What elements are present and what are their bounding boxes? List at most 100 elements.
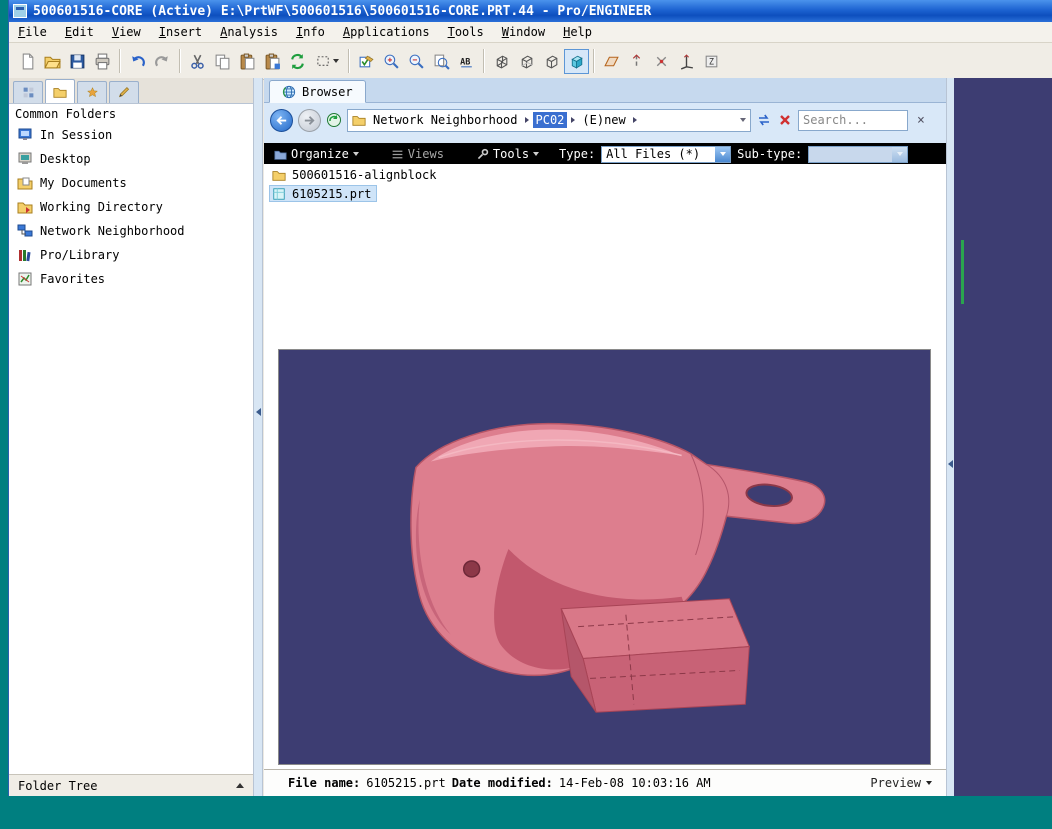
tools-label: Tools [492,147,530,161]
tab-browser[interactable]: Browser [269,80,366,103]
navigator-splitter[interactable] [254,78,263,796]
menu-info[interactable]: Info [287,25,334,39]
address-dropdown-icon[interactable] [740,118,746,122]
network-icon [17,223,33,239]
toolbar-separator [179,49,181,73]
sidebar-item-label: Pro/Library [40,248,120,262]
desktop-icon [17,151,33,167]
preview-dropdown-icon [926,781,932,785]
tab-folder-browser[interactable] [45,79,75,103]
preview-label: Preview [870,776,921,790]
file-name-value: 6105215.prt [366,776,446,790]
reload-icon[interactable] [326,112,342,128]
open-icon[interactable] [40,49,65,74]
tools-dropdown-icon [533,152,540,156]
hidden-line-icon[interactable] [514,49,539,74]
menu-insert[interactable]: Insert [150,25,211,39]
sidebar-item-in-session[interactable]: In Session [9,123,253,147]
csys-icon[interactable] [674,49,699,74]
copy-icon[interactable] [210,49,235,74]
tab-favorites[interactable] [77,81,107,103]
menu-applications[interactable]: Applications [334,25,439,39]
sidebar-item-favorites[interactable]: Favorites [9,267,253,291]
redo-icon[interactable] [150,49,175,74]
type-dropdown-arrow-icon[interactable] [715,146,731,162]
sidebar-item-label: Desktop [40,152,91,166]
menu-file[interactable]: File [9,25,56,39]
sidebar-item-network-neighborhood[interactable]: Network Neighborhood [9,219,253,243]
folder-tree-expand-icon[interactable] [236,783,244,788]
forward-button[interactable] [298,108,321,132]
collapse-browser-icon[interactable] [948,460,953,468]
toolbar-separator [593,49,595,73]
refresh-icon[interactable] [756,112,772,128]
stop-icon[interactable] [777,112,793,128]
sidebar-item-pro-library[interactable]: Pro/Library [9,243,253,267]
tools-menu[interactable]: Tools [476,147,540,161]
type-value: All Files (*) [606,147,701,161]
app-icon [13,4,27,18]
menu-tools[interactable]: Tools [439,25,493,39]
annotation-icon[interactable]: Z [699,49,724,74]
collapse-navigator-icon[interactable] [256,408,261,416]
menu-view[interactable]: View [103,25,150,39]
folder-icon [352,113,366,127]
navigator-tabs [9,78,253,104]
paste-icon[interactable] [235,49,260,74]
breadcrumb-separator-icon [524,117,529,123]
cut-icon[interactable] [185,49,210,74]
organize-icon [274,148,287,161]
globe-icon [282,85,296,99]
search-input[interactable] [798,109,908,131]
close-browser-icon[interactable]: × [917,113,925,128]
new-file-icon[interactable] [15,49,40,74]
type-dropdown[interactable]: All Files (*) [601,145,732,163]
preview-toggle[interactable]: Preview [870,776,932,790]
folder-tree-bar[interactable]: Folder Tree [9,774,253,796]
breadcrumb-segment-network[interactable]: Network Neighborhood [370,112,521,128]
menu-edit[interactable]: Edit [56,25,103,39]
sidebar-item-working-directory[interactable]: Working Directory [9,195,253,219]
browser-splitter[interactable] [946,78,954,796]
zoom-in-icon[interactable] [379,49,404,74]
svg-text:AB: AB [460,57,470,67]
datum-axis-icon[interactable] [624,49,649,74]
sidebar-item-desktop[interactable]: Desktop [9,147,253,171]
datum-plane-icon[interactable] [599,49,624,74]
tab-model-tree[interactable] [13,81,43,103]
back-button[interactable] [270,108,293,132]
subtype-dropdown[interactable] [808,145,909,163]
browser-panel: Browser Network Neighborhood PC02 (E)new [264,78,946,796]
organize-menu[interactable]: Organize [274,147,359,161]
shaded-icon[interactable] [564,48,589,74]
find-icon[interactable]: AB [454,49,479,74]
edit-select-icon[interactable] [354,49,379,74]
window-title: 500601516-CORE (Active) E:\PrtWF\5006015… [33,3,652,19]
print-icon[interactable] [90,49,115,74]
menu-analysis[interactable]: Analysis [211,25,287,39]
menu-bar: File Edit View Insert Analysis Info Appl… [9,22,1052,43]
no-hidden-icon[interactable] [539,49,564,74]
refit-icon[interactable] [429,49,454,74]
regenerate-icon[interactable] [285,49,310,74]
paste-special-icon[interactable] [260,49,285,74]
menu-window[interactable]: Window [493,25,554,39]
tab-connections[interactable] [109,81,139,103]
sidebar-item-my-documents[interactable]: My Documents [9,171,253,195]
save-icon[interactable] [65,49,90,74]
wireframe-icon[interactable] [489,49,514,74]
file-row-alignblock[interactable]: 500601516-alignblock [269,166,443,183]
views-menu[interactable]: Views [391,147,444,161]
browser-tab-row: Browser [264,78,946,103]
datum-point-icon[interactable] [649,49,674,74]
breadcrumb-segment-enew[interactable]: (E)new [579,112,628,128]
part-icon [272,187,286,201]
selection-filter-icon[interactable] [310,49,344,74]
organize-dropdown-icon [352,152,359,156]
undo-icon[interactable] [125,49,150,74]
breadcrumb[interactable]: Network Neighborhood PC02 (E)new [347,108,751,132]
zoom-out-icon[interactable] [404,49,429,74]
breadcrumb-segment-pc02[interactable]: PC02 [532,112,568,128]
menu-help[interactable]: Help [554,25,601,39]
file-row-part[interactable]: 6105215.prt [269,185,378,202]
